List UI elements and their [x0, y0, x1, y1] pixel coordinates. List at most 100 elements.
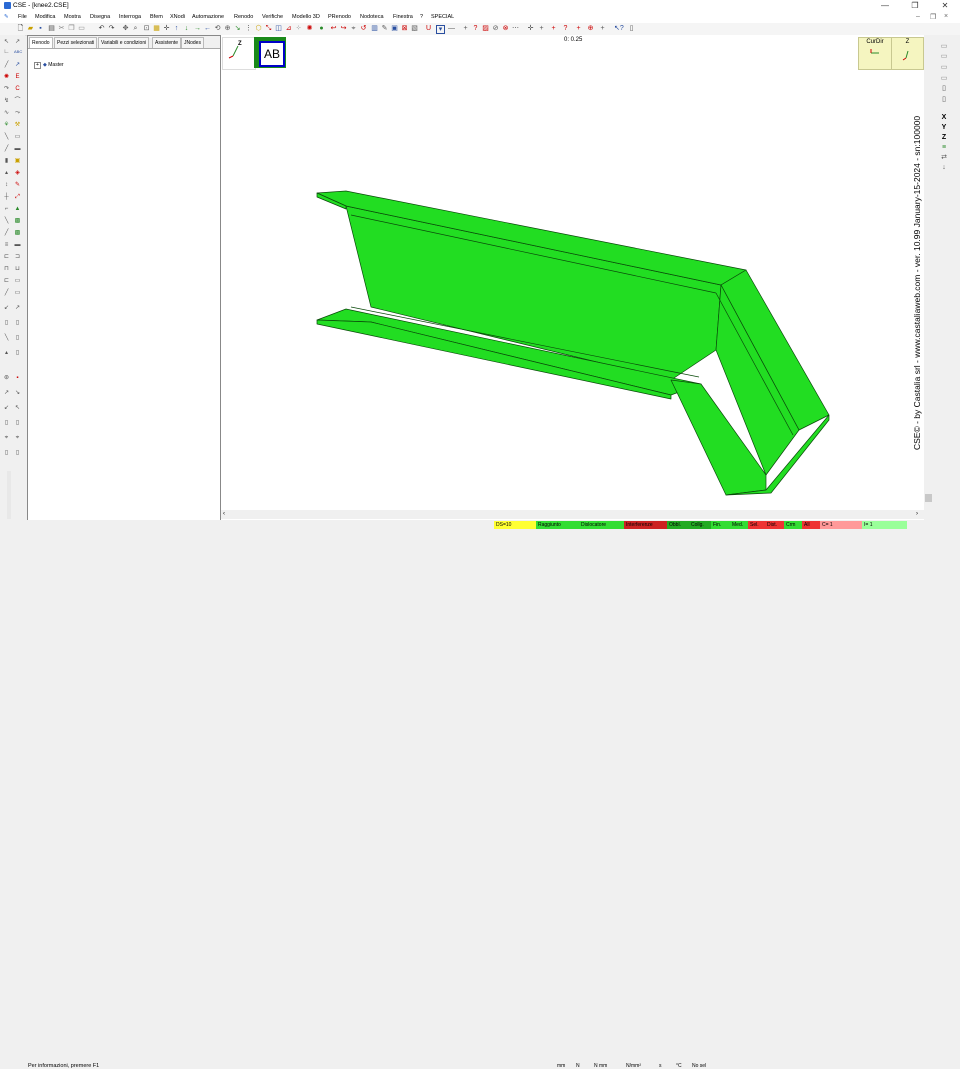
left-scrollbar[interactable]	[7, 471, 11, 519]
right-tool-8-icon[interactable]: ⇄	[940, 154, 948, 161]
tool-65-icon[interactable]: ↖	[14, 405, 21, 411]
tool-66-icon[interactable]: ▯	[3, 420, 10, 426]
tool-31-icon[interactable]: ◈	[14, 170, 21, 176]
model-3d-canvas[interactable]	[221, 35, 933, 520]
c-tool-icon[interactable]: C	[14, 86, 21, 92]
new-file-icon[interactable]: 🗋	[17, 25, 24, 32]
right-tool-x[interactable]: X	[940, 114, 948, 121]
mdi-minimize-icon[interactable]: –	[916, 13, 920, 20]
frame-icon[interactable]: ▦	[153, 25, 160, 32]
view-z-panel[interactable]: Z	[891, 37, 924, 70]
tool-h-icon[interactable]: ?	[472, 25, 479, 32]
tool-c-icon[interactable]: ▥	[371, 25, 378, 32]
undo-icon[interactable]: ↶	[98, 25, 105, 32]
arrow-right-icon[interactable]: →	[194, 25, 201, 32]
tool-29-icon[interactable]: ▣	[14, 158, 21, 164]
tool-d-icon[interactable]: ✎	[381, 25, 388, 32]
tool-27-icon[interactable]: ▬	[14, 146, 21, 152]
menu-xnodi[interactable]: XNodi	[170, 14, 185, 20]
tool-61-icon[interactable]: ▪	[14, 375, 21, 381]
curdir-panel[interactable]: CurDir	[858, 37, 892, 70]
tool-47-icon[interactable]: ⊔	[14, 266, 21, 272]
tool-45-icon[interactable]: ⊐	[14, 254, 21, 260]
grid-icon[interactable]: ⋮	[245, 25, 252, 32]
plus-icon[interactable]: +	[462, 25, 469, 32]
cut-icon[interactable]: ✂	[58, 25, 65, 32]
tool-e-icon[interactable]: ▣	[391, 25, 398, 32]
back-icon[interactable]: ↩	[330, 25, 337, 32]
tool-k-icon[interactable]: ⊗	[502, 25, 509, 32]
arrow-left-icon[interactable]: ←	[204, 25, 211, 32]
redo-icon[interactable]: ↷	[108, 25, 115, 32]
tool-26-icon[interactable]: ╱	[3, 146, 10, 152]
menu-bfem[interactable]: Bfem	[150, 14, 163, 20]
right-tool-5-icon[interactable]: ▯	[940, 85, 948, 92]
tool-20-icon[interactable]: ∿	[3, 110, 10, 116]
curve-tool-icon[interactable]: ↷	[3, 86, 10, 92]
menu-modifica[interactable]: Modifica	[35, 14, 55, 20]
tool-25-icon[interactable]: ▭	[14, 134, 21, 140]
tool-18-icon[interactable]: ↯	[3, 98, 10, 104]
help-pointer-icon[interactable]: ↖?	[614, 25, 624, 32]
menu-prenodo[interactable]: PRenodo	[328, 14, 351, 20]
tool-60-icon[interactable]: ⊛	[3, 375, 10, 381]
horizontal-scrollbar[interactable]: ‹ ›	[221, 510, 933, 519]
right-tool-y[interactable]: Y	[940, 124, 948, 131]
minimize-button[interactable]: —	[870, 0, 900, 12]
tool-46-icon[interactable]: ⊓	[3, 266, 10, 272]
move-icon[interactable]: ✛	[163, 25, 170, 32]
tool-62-icon[interactable]: ↗	[3, 390, 10, 396]
app-menu-icon[interactable]: ✎	[4, 14, 9, 20]
tool-58-icon[interactable]: ▴	[3, 350, 10, 356]
tool-s-icon[interactable]: +	[599, 25, 606, 32]
menu-interroga[interactable]: Interroga	[119, 14, 141, 20]
tool-43-icon[interactable]: ▬	[14, 242, 21, 248]
right-tool-3-icon[interactable]: ▭	[940, 64, 948, 71]
tool-n-icon[interactable]: +	[538, 25, 545, 32]
tool-select-icon[interactable]: ▾	[436, 25, 445, 34]
right-tool-1-icon[interactable]: ▭	[940, 43, 948, 50]
tool-50-icon[interactable]: ╱	[3, 290, 10, 296]
menu-nodoteca[interactable]: Nodoteca	[360, 14, 384, 20]
tool-28-icon[interactable]: ▮	[3, 158, 10, 164]
text-tool-icon[interactable]: ABC	[14, 49, 22, 55]
menu-renodo[interactable]: Renodo	[234, 14, 253, 20]
tool-54-icon[interactable]: ▯	[3, 320, 10, 326]
menu-mostra[interactable]: Mostra	[64, 14, 81, 20]
tree-item-master[interactable]: + ◆ Master	[34, 62, 64, 69]
minus-icon[interactable]: —	[448, 25, 455, 32]
arrow-down-icon[interactable]: ↓	[183, 25, 190, 32]
snap-icon[interactable]: ⊕	[224, 25, 231, 32]
menu-help[interactable]: ?	[420, 14, 423, 20]
right-tool-2-icon[interactable]: ▭	[940, 53, 948, 60]
maximize-button[interactable]: ❐	[900, 0, 930, 12]
tool-53-icon[interactable]: ↗	[14, 305, 21, 311]
tool-p-icon[interactable]: ?	[562, 25, 569, 32]
view-icon[interactable]: ◫	[275, 25, 282, 32]
run-icon[interactable]: ●	[318, 25, 325, 32]
tool-22-icon[interactable]: ⚘	[3, 122, 10, 128]
scroll-right-arrow-icon[interactable]: ›	[916, 511, 918, 517]
tool-71-icon[interactable]: ▯	[14, 450, 21, 456]
tool-19-icon[interactable]: ⌒	[14, 98, 21, 104]
model-viewport[interactable]	[221, 35, 933, 520]
tool-t-icon[interactable]: ▯	[628, 25, 635, 32]
tab-jnodes[interactable]: JNodes	[181, 37, 204, 48]
zoom-all-icon[interactable]: ⊡	[143, 25, 150, 32]
tool-l-icon[interactable]: ⋯	[512, 25, 519, 32]
arrow-tool-icon[interactable]: ↗	[14, 62, 21, 68]
tool-u-icon[interactable]: U	[425, 25, 432, 32]
tool-69-icon[interactable]: ⌖	[14, 435, 21, 441]
tool-48-icon[interactable]: ⊏	[3, 278, 10, 284]
tool-r-icon[interactable]: ⊕	[587, 25, 594, 32]
menu-modello-3d[interactable]: Modello 3D	[292, 14, 320, 20]
tool-52-icon[interactable]: ↙	[3, 305, 10, 311]
angle-tool-icon[interactable]: ∟	[3, 49, 10, 55]
menu-verifiche[interactable]: Verifiche	[262, 14, 283, 20]
open-file-icon[interactable]: ▰	[27, 25, 34, 32]
tool-63-icon[interactable]: ↘	[14, 390, 21, 396]
menu-automazione[interactable]: Automazione	[192, 14, 224, 20]
arrow-up-icon[interactable]: ↑	[173, 25, 180, 32]
tool-32-icon[interactable]: ↕	[3, 182, 10, 188]
tool-b-icon[interactable]: ↺	[360, 25, 367, 32]
